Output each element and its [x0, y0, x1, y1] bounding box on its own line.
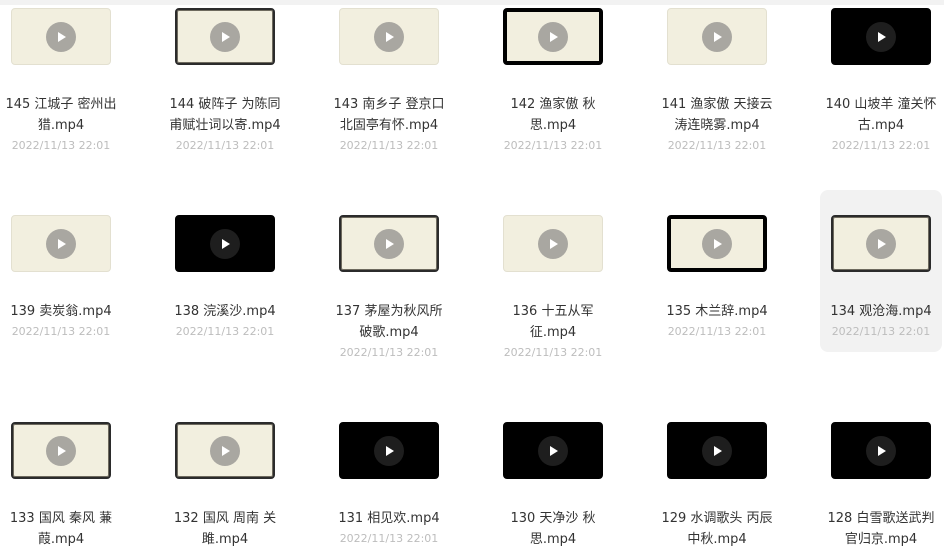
- file-name: 雎.mp4: [201, 532, 249, 547]
- file-name: 官归京.mp4: [844, 532, 918, 547]
- file-name: 征.mp4: [529, 325, 577, 340]
- video-thumbnail: [339, 215, 439, 272]
- file-tile[interactable]: 145 江城子 密州出 猎.mp4 2022/11/13 22:01: [0, 0, 122, 170]
- file-date: 2022/11/13 22:01: [339, 346, 439, 359]
- file-tile[interactable]: 138 浣溪沙.mp4 2022/11/13 22:01: [164, 190, 286, 352]
- file-name: 142 渔家傲 秋: [510, 97, 596, 112]
- file-name: 葭.mp4: [37, 532, 85, 547]
- video-thumbnail: [11, 422, 111, 479]
- file-date: 2022/11/13 22:01: [175, 139, 275, 152]
- file-name: 131 相见欢.mp4: [338, 511, 440, 526]
- file-tile[interactable]: 136 十五从军 征.mp4 2022/11/13 22:01: [492, 190, 614, 365]
- file-tile[interactable]: 137 茅屋为秋风所 破歌.mp4 2022/11/13 22:01: [328, 190, 450, 365]
- file-name: 古.mp4: [857, 118, 905, 133]
- file-date: 2022/11/13 22:01: [339, 532, 439, 545]
- file-date: 2022/11/13 22:01: [831, 139, 931, 152]
- play-icon: [46, 228, 76, 259]
- file-name: 136 十五从军: [512, 304, 594, 319]
- file-tile[interactable]: 130 天净沙 秋 思.mp4: [492, 397, 614, 555]
- file-name: 思.mp4: [529, 118, 577, 133]
- video-thumbnail: [11, 8, 111, 65]
- file-name: 中秋.mp4: [687, 532, 747, 547]
- video-thumbnail: [667, 422, 767, 479]
- file-name: 135 木兰辞.mp4: [666, 304, 768, 319]
- video-thumbnail: [667, 8, 767, 65]
- video-thumbnail: [175, 422, 275, 479]
- file-name: 130 天净沙 秋: [510, 511, 596, 526]
- video-thumbnail: [503, 8, 603, 65]
- play-icon: [538, 228, 568, 259]
- file-name: 141 渔家傲 天接云: [661, 97, 773, 112]
- file-tile[interactable]: 139 卖炭翁.mp4 2022/11/13 22:01: [0, 190, 122, 352]
- file-name: 143 南乡子 登京口: [333, 97, 445, 112]
- file-date: 2022/11/13 22:01: [11, 325, 111, 338]
- play-icon: [702, 21, 732, 52]
- file-name: 128 白雪歌送武判: [827, 511, 935, 526]
- file-tile[interactable]: 131 相见欢.mp4 2022/11/13 22:01: [328, 397, 450, 555]
- play-icon: [866, 435, 896, 466]
- file-name: 133 国风 秦风 蒹: [9, 511, 113, 526]
- play-icon: [46, 435, 76, 466]
- file-grid: 145 江城子 密州出 猎.mp4 2022/11/13 22:01 144 破…: [0, 0, 944, 555]
- play-icon: [538, 435, 568, 466]
- file-date: 2022/11/13 22:01: [667, 139, 767, 152]
- play-icon: [210, 435, 240, 466]
- file-name: 144 破阵子 为陈同: [169, 97, 281, 112]
- video-thumbnail: [503, 215, 603, 272]
- video-thumbnail: [503, 422, 603, 479]
- video-thumbnail: [175, 215, 275, 272]
- file-tile[interactable]: 135 木兰辞.mp4 2022/11/13 22:01: [656, 190, 778, 352]
- play-icon: [374, 21, 404, 52]
- file-name: 137 茅屋为秋风所: [335, 304, 443, 319]
- video-thumbnail: [175, 8, 275, 65]
- video-thumbnail: [339, 422, 439, 479]
- file-name: 134 观沧海.mp4: [830, 304, 932, 319]
- play-icon: [210, 21, 240, 52]
- file-tile[interactable]: 140 山坡羊 潼关怀 古.mp4 2022/11/13 22:01: [820, 0, 942, 170]
- file-tile[interactable]: 129 水调歌头 丙辰 中秋.mp4: [656, 397, 778, 555]
- file-tile[interactable]: 144 破阵子 为陈同 甫赋壮词以寄.mp4 2022/11/13 22:01: [164, 0, 286, 170]
- file-tile[interactable]: 128 白雪歌送武判 官归京.mp4: [820, 397, 942, 555]
- file-tile[interactable]: 133 国风 秦风 蒹 葭.mp4: [0, 397, 122, 555]
- file-name: 129 水调歌头 丙辰: [661, 511, 773, 526]
- file-name: 思.mp4: [529, 532, 577, 547]
- file-name: 猎.mp4: [37, 118, 85, 133]
- video-thumbnail: [339, 8, 439, 65]
- file-date: 2022/11/13 22:01: [339, 139, 439, 152]
- video-thumbnail: [11, 215, 111, 272]
- file-name: 北固亭有怀.mp4: [339, 118, 439, 133]
- play-icon: [46, 21, 76, 52]
- file-name: 138 浣溪沙.mp4: [174, 304, 276, 319]
- file-tile[interactable]: 142 渔家傲 秋 思.mp4 2022/11/13 22:01: [492, 0, 614, 170]
- play-icon: [866, 21, 896, 52]
- file-name: 破歌.mp4: [359, 325, 419, 340]
- file-name: 甫赋壮词以寄.mp4: [169, 118, 281, 133]
- file-name: 145 江城子 密州出: [5, 97, 117, 112]
- file-date: 2022/11/13 22:01: [503, 346, 603, 359]
- video-thumbnail: [831, 215, 931, 272]
- play-icon: [538, 21, 568, 52]
- file-date: 2022/11/13 22:01: [175, 325, 275, 338]
- file-name: 140 山坡羊 潼关怀: [825, 97, 937, 112]
- video-thumbnail: [831, 8, 931, 65]
- file-date: 2022/11/13 22:01: [667, 325, 767, 338]
- video-thumbnail: [831, 422, 931, 479]
- play-icon: [210, 228, 240, 259]
- file-date: 2022/11/13 22:01: [503, 139, 603, 152]
- file-name: 涛连晓雾.mp4: [674, 118, 760, 133]
- file-name: 139 卖炭翁.mp4: [10, 304, 112, 319]
- file-tile[interactable]: 143 南乡子 登京口 北固亭有怀.mp4 2022/11/13 22:01: [328, 0, 450, 170]
- file-date: 2022/11/13 22:01: [831, 325, 931, 338]
- play-icon: [702, 228, 732, 259]
- file-tile[interactable]: 132 国风 周南 关 雎.mp4: [164, 397, 286, 555]
- play-icon: [866, 228, 896, 259]
- file-date: 2022/11/13 22:01: [11, 139, 111, 152]
- file-tile-selected[interactable]: 134 观沧海.mp4 2022/11/13 22:01: [820, 190, 942, 352]
- file-tile[interactable]: 141 渔家傲 天接云 涛连晓雾.mp4 2022/11/13 22:01: [656, 0, 778, 170]
- play-icon: [374, 435, 404, 466]
- video-thumbnail: [667, 215, 767, 272]
- play-icon: [702, 435, 732, 466]
- file-name: 132 国风 周南 关: [173, 511, 277, 526]
- play-icon: [374, 228, 404, 259]
